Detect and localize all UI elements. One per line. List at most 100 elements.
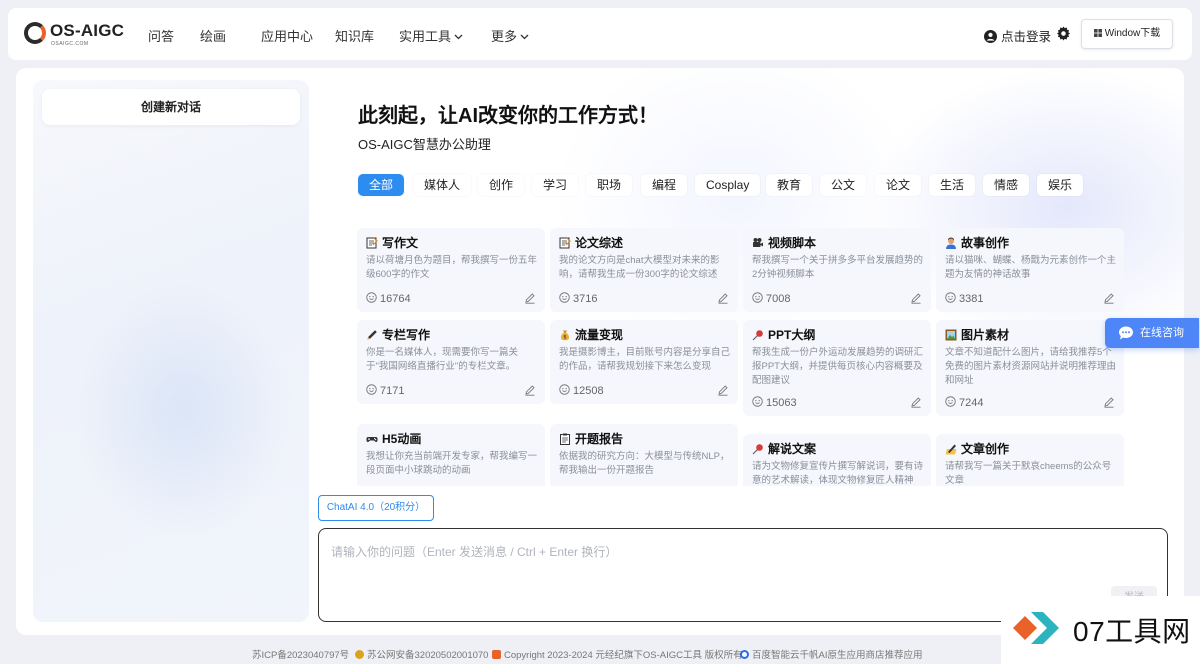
page-subtitle: OS-AIGC智慧办公助理 [358, 137, 491, 152]
card-description: 我是摄影博主，目前账号内容是分享自己的作品，请帮我规划接下来怎么变现 [559, 347, 730, 372]
footer-copyright-text: Copyright 2023-2024 元经纪旗下OS-AIGC工具 版权所有 [504, 650, 743, 661]
sidebar-glow [73, 280, 293, 540]
card-usage-count: 16764 [366, 292, 411, 305]
card-usage-count: 15063 [752, 396, 797, 409]
card-count-value: 7008 [766, 293, 791, 305]
edit-pencil-icon[interactable] [524, 384, 536, 396]
prompt-card[interactable]: 写作文 请以荷塘月色为题目，帮我撰写一份五年级600字的作文 16764 [357, 228, 545, 312]
sidebar: 创建新对话 [33, 80, 309, 622]
card-footer: 7171 [366, 384, 536, 398]
card-footer: 3381 [945, 292, 1115, 306]
brand-badge-icon [492, 650, 501, 659]
card-title-text: 开题报告 [575, 432, 624, 446]
edit-pencil-icon[interactable] [910, 396, 922, 408]
prompt-card[interactable]: PPT大纲 帮我生成一份户外运动发展趋势的调研汇报PPT大纲，并提供每页核心内容… [743, 320, 931, 416]
online-consult-label: 在线咨询 [1140, 327, 1184, 339]
category-tab-cosplay[interactable]: Cosplay [695, 174, 761, 196]
login-button[interactable]: 点击登录 [984, 26, 1051, 45]
smile-icon [752, 396, 763, 407]
new-chat-button[interactable]: 创建新对话 [42, 89, 300, 125]
card-title-text: 写作文 [382, 236, 419, 250]
category-tab-media[interactable]: 媒体人 [413, 174, 472, 196]
footer-police-link[interactable]: 苏公网安备32020502001070 [355, 647, 488, 661]
card-title-text: 论文综述 [575, 236, 624, 250]
edit-pencil-icon[interactable] [524, 292, 536, 304]
edit-pencil-icon[interactable] [910, 292, 922, 304]
category-tab-all[interactable]: 全部 [358, 174, 405, 196]
prompt-card[interactable]: 论文综述 我的论文方向是chat大模型对未来的影响，请帮我生成一份300字的论文… [550, 228, 738, 312]
nav-item-qa[interactable]: 问答 [148, 26, 174, 45]
nav-item-knowledge-base[interactable]: 知识库 [335, 26, 374, 45]
pen-icon [367, 330, 377, 340]
prompt-card[interactable]: 文章创作 请帮我写一篇关于默哀cheems的公众号文章 [936, 434, 1124, 486]
category-tab-education[interactable]: 教育 [766, 174, 813, 196]
footer-police-text: 苏公网安备32020502001070 [367, 650, 489, 661]
top-header: OS-AIGC OSAIGC.COM 问答 绘画 应用中心 知识库 实用工具 更… [8, 8, 1192, 60]
smile-icon [559, 292, 570, 303]
category-tab-creation[interactable]: 创作 [478, 174, 525, 196]
film-camera-icon [753, 238, 763, 247]
prompt-card[interactable]: 专栏写作 你是一名媒体人，现需要你写一篇关于"我国网络直播行业"的专栏文章。 7… [357, 320, 545, 404]
footer-icp-link[interactable]: 苏ICP备2023040797号 [252, 647, 349, 661]
picture-icon [945, 329, 957, 341]
card-title: $ 流量变现 [559, 326, 730, 343]
card-description: 请以荷塘月色为题目，帮我撰写一份五年级600字的作文 [366, 255, 537, 280]
smile-icon [559, 384, 570, 395]
gear-icon[interactable] [1056, 26, 1071, 41]
footer-recommend-link[interactable]: 百度智能云千帆AI原生应用商店推荐应用 [740, 647, 922, 661]
edit-pencil-icon[interactable] [1103, 396, 1115, 408]
prompt-card[interactable]: 故事创作 请以猫咪、蝴蝶、杨戬为元素创作一个主题为友情的神话故事 3381 [936, 228, 1124, 312]
money-bag-icon: $ [560, 330, 570, 340]
nav-item-more[interactable]: 更多 [491, 26, 529, 45]
category-tab-study[interactable]: 学习 [532, 174, 579, 196]
card-title: 专栏写作 [366, 326, 537, 343]
card-description: 文章不知道配什么图片，请给我推荐5个免费的图片素材资源网站并说明推荐理由和网址 [945, 347, 1116, 386]
edit-pencil-icon[interactable] [717, 292, 729, 304]
watermark-text: 07工具网 [1073, 616, 1191, 647]
card-title: 写作文 [366, 234, 537, 251]
prompt-card[interactable]: 解说文案 请为文物修复宣传片撰写解说词，要有诗意的艺术解读，体现文物修复匠人精神 [743, 434, 931, 486]
card-description: 依据我的研究方向：大模型与传统NLP，帮我输出一份开题报告 [559, 451, 730, 476]
watermark-logo [1013, 612, 1059, 644]
chat-input[interactable] [331, 543, 1111, 603]
category-tab-official-docs[interactable]: 公文 [820, 174, 867, 196]
card-usage-count: 12508 [559, 384, 604, 397]
edit-pencil-icon[interactable] [717, 384, 729, 396]
category-tab-workplace[interactable]: 职场 [586, 174, 633, 196]
nav-item-more-label: 更多 [491, 29, 518, 44]
card-description: 帮我撰写一个关于拼多多平台发展趋势的2分钟视频脚本 [752, 255, 923, 280]
card-title: 视频脚本 [752, 234, 923, 251]
nav-item-app-center[interactable]: 应用中心 [261, 26, 313, 45]
card-title: 论文综述 [559, 234, 730, 251]
category-tab-programming[interactable]: 编程 [641, 174, 688, 196]
card-footer: 16764 [366, 292, 536, 306]
prompt-card[interactable]: H5动画 我想让你充当前端开发专家，帮我编写一段页面中小球跳动的动画 6578 [357, 424, 545, 486]
online-consult-button[interactable]: 在线咨询 [1105, 318, 1199, 348]
nav-item-tools[interactable]: 实用工具 [399, 26, 463, 45]
pen-paper-icon [945, 444, 957, 455]
card-count-value: 12508 [573, 385, 604, 397]
prompt-card[interactable]: $ 流量变现 我是摄影博主，目前账号内容是分享自己的作品，请帮我规划接下来怎么变现… [550, 320, 738, 404]
chat-bubble-icon [1119, 326, 1133, 340]
windows-download-button[interactable]: Window下载 [1081, 19, 1173, 49]
prompt-card[interactable]: 视频脚本 帮我撰写一个关于拼多多平台发展趋势的2分钟视频脚本 7008 [743, 228, 931, 312]
model-selector-button[interactable]: ChatAI 4.0（20积分） [318, 495, 434, 521]
card-title-text: 流量变现 [575, 328, 624, 342]
card-title: PPT大纲 [752, 326, 923, 343]
logo[interactable]: OS-AIGC OSAIGC.COM [24, 20, 124, 50]
pushpin-icon [752, 444, 763, 455]
prompt-card[interactable]: 图片素材 文章不知道配什么图片，请给我推荐5个免费的图片素材资源网站并说明推荐理… [936, 320, 1124, 416]
nav-item-tools-label: 实用工具 [399, 29, 452, 44]
category-tab-thesis[interactable]: 论文 [875, 174, 922, 196]
prompt-card[interactable]: 开题报告 依据我的研究方向：大模型与传统NLP，帮我输出一份开题报告 10137 [550, 424, 738, 486]
prompt-cards: 写作文 请以荷塘月色为题目，帮我撰写一份五年级600字的作文 16764 论文综… [357, 228, 1127, 486]
category-tab-entertainment[interactable]: 娱乐 [1037, 174, 1084, 196]
card-count-value: 7244 [959, 397, 984, 409]
edit-pencil-icon[interactable] [1103, 292, 1115, 304]
category-tab-life[interactable]: 生活 [929, 174, 976, 196]
category-tab-emotion[interactable]: 情感 [983, 174, 1030, 196]
card-title: 图片素材 [945, 326, 1116, 343]
nav-item-drawing[interactable]: 绘画 [200, 26, 226, 45]
user-circle-icon [984, 30, 997, 43]
card-title: 文章创作 [945, 440, 1116, 457]
